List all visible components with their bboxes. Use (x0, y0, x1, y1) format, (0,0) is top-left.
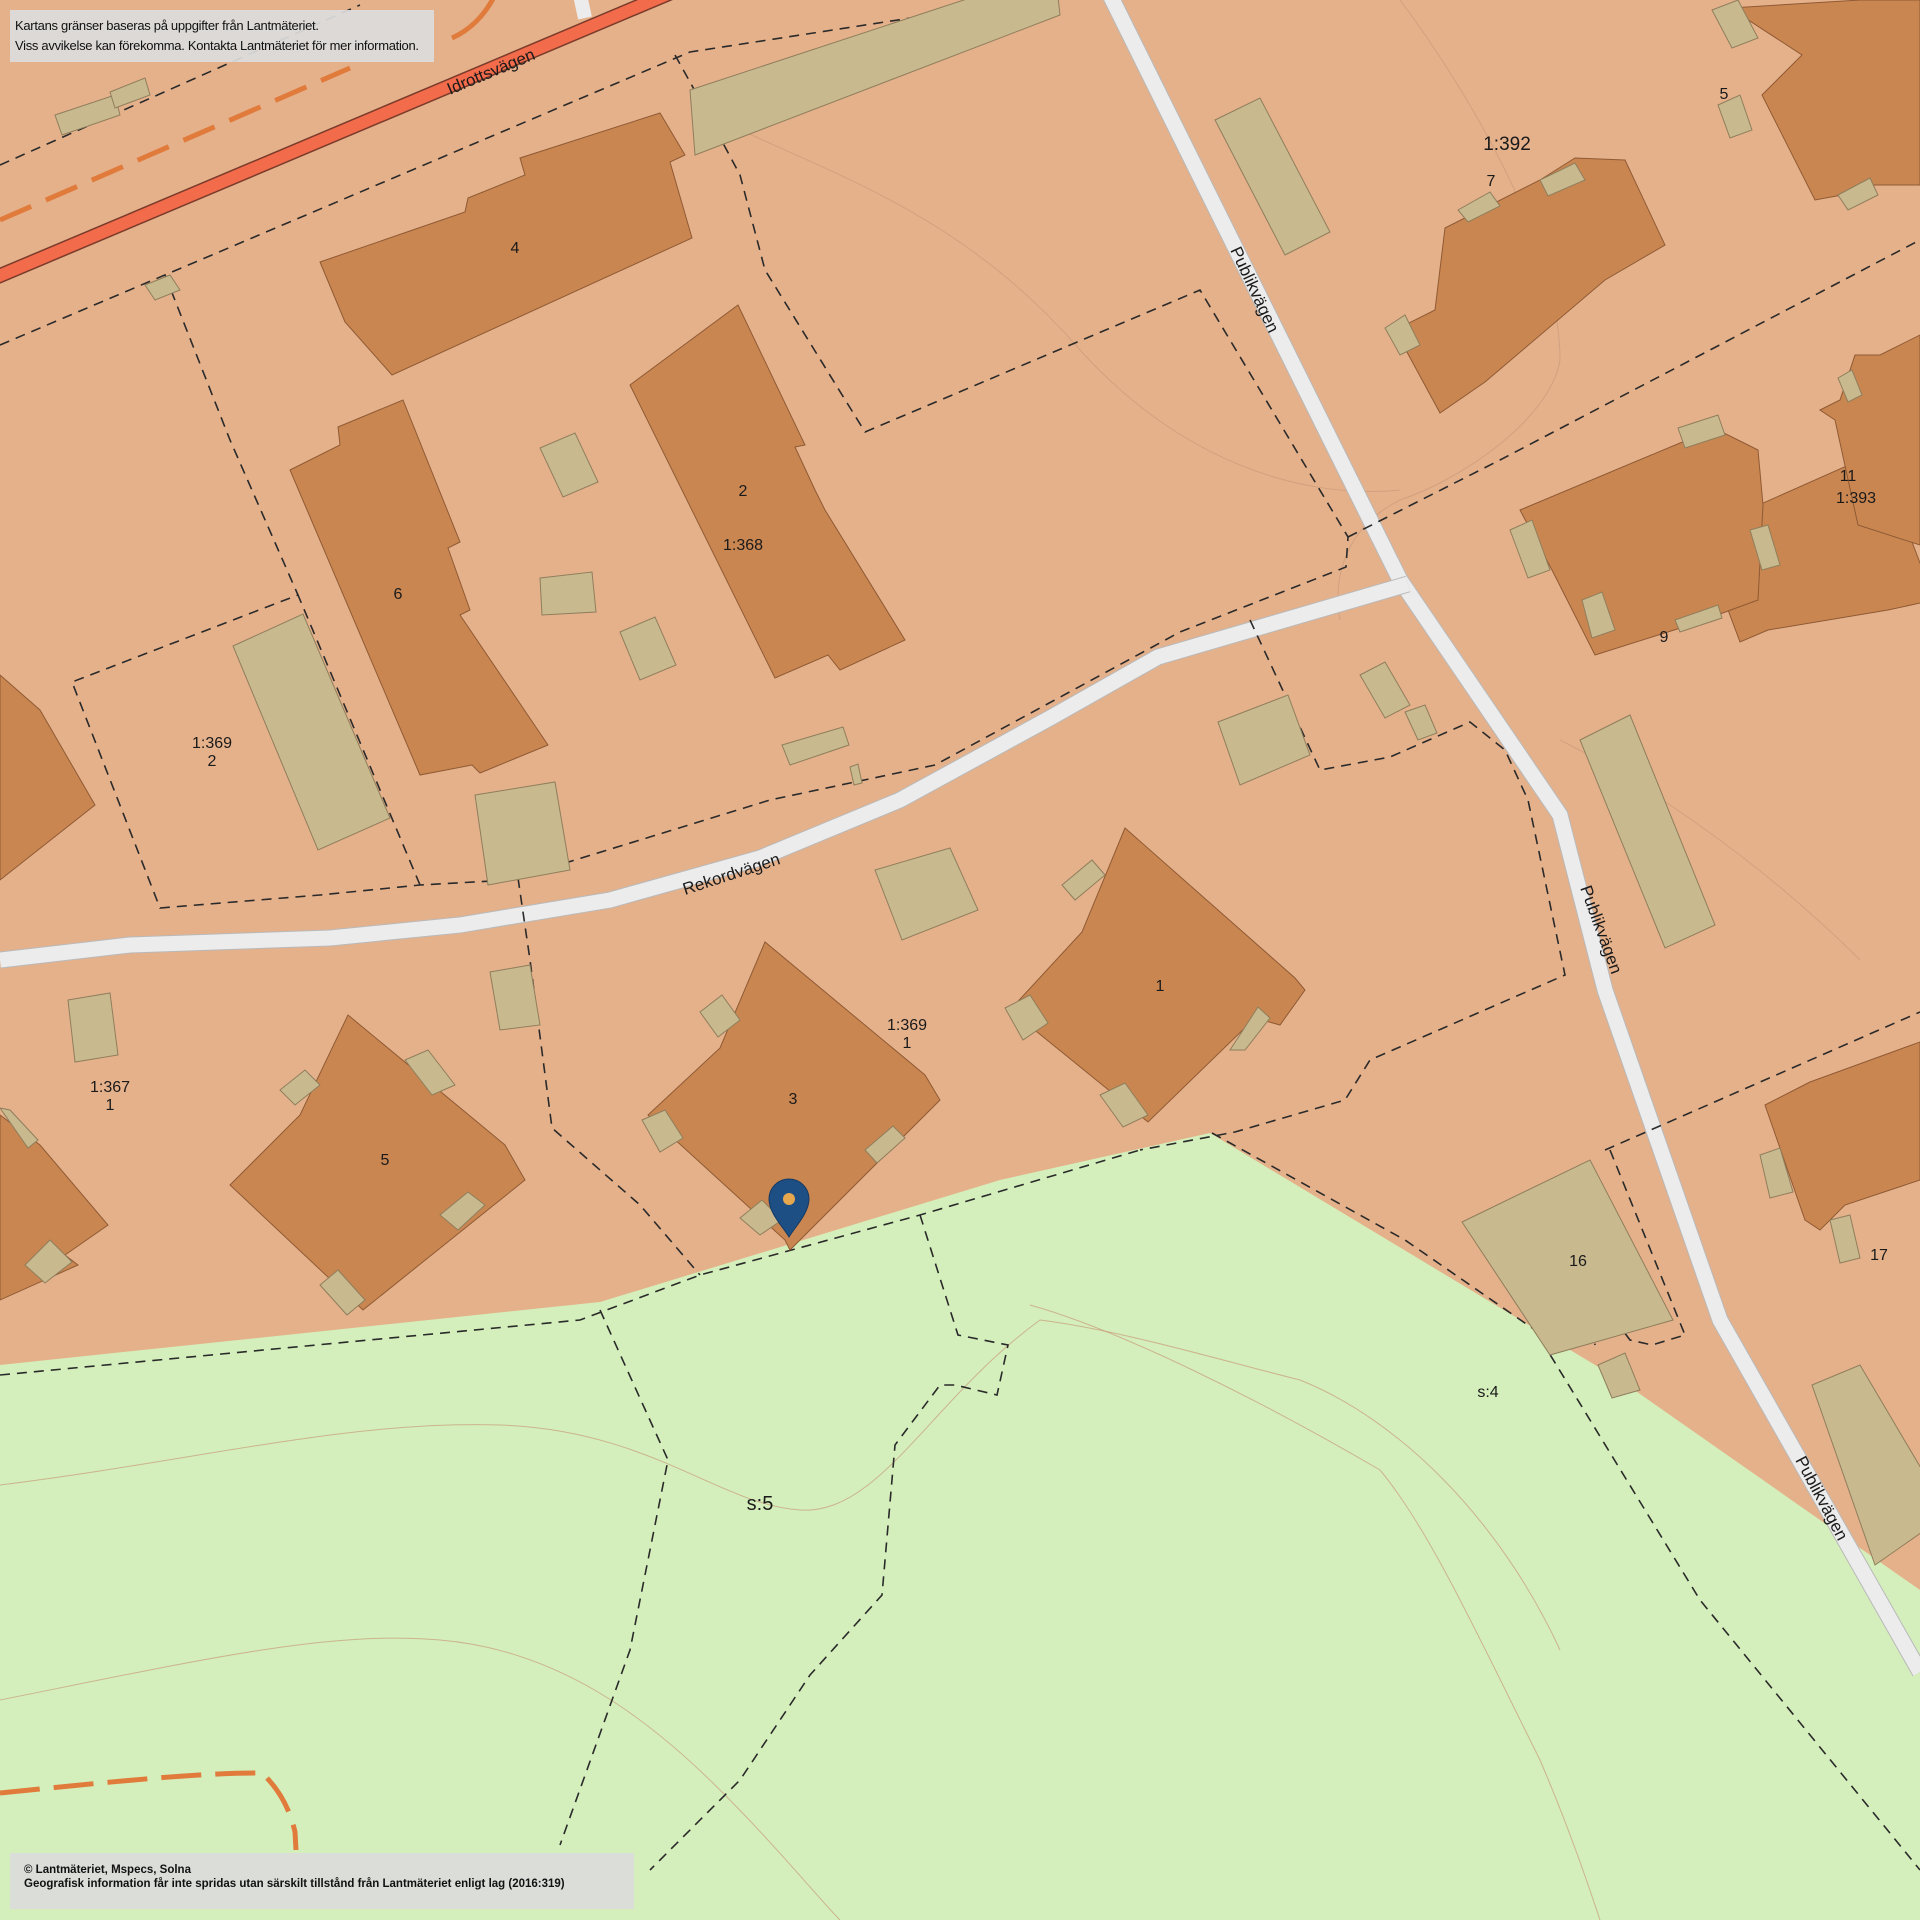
parcel-1-368: 1:368 (723, 537, 763, 554)
building-number-4: 4 (511, 240, 520, 257)
map-canvas[interactable]: Idrottsvägen Rekordvägen Publikvägen Pub… (0, 0, 1920, 1920)
parcel-1-392: 1:392 (1483, 134, 1531, 155)
building-number-6: 6 (394, 586, 403, 603)
parcel-1-369-1-sub: 1 (903, 1035, 912, 1052)
building-number-5-west: 5 (381, 1152, 390, 1169)
building-number-17: 17 (1870, 1247, 1888, 1264)
copyright-notice: © Lantmäteriet, Mspecs, Solna Geografisk… (10, 1853, 634, 1909)
parcel-1-369-2: 1:369 (192, 735, 232, 752)
notice-line-2: Viss avvikelse kan förekomma. Kontakta L… (15, 38, 419, 53)
notice-line-1: Kartans gränser baseras på uppgifter frå… (15, 18, 319, 33)
building-number-1: 1 (1156, 978, 1165, 995)
property-map[interactable]: Idrottsvägen Rekordvägen Publikvägen Pub… (0, 0, 1920, 1920)
building-number-16: 16 (1569, 1253, 1587, 1270)
building-number-11: 11 (1840, 468, 1857, 485)
parcel-1-367-1-sub: 1 (106, 1097, 115, 1114)
parcel-s-4: s:4 (1477, 1384, 1498, 1401)
parcel-1-369-1: 1:369 (887, 1017, 927, 1034)
building-number-2: 2 (739, 483, 748, 500)
building-number-7: 7 (1487, 173, 1496, 190)
parcel-s-5: s:5 (747, 1493, 774, 1515)
parcel-1-367-1: 1:367 (90, 1079, 130, 1096)
building-number-5-ne: 5 (1720, 86, 1729, 103)
parcel-1-369-2-sub: 2 (208, 753, 217, 770)
building-number-3: 3 (789, 1091, 798, 1108)
parcel-1-393: 1:393 (1836, 490, 1876, 507)
copyright-line-2: Geografisk information får inte spridas … (24, 1878, 565, 1890)
building-number-9: 9 (1660, 629, 1669, 646)
lantmateriet-notice: Kartans gränser baseras på uppgifter frå… (10, 10, 434, 62)
copyright-line-1: © Lantmäteriet, Mspecs, Solna (24, 1864, 191, 1876)
